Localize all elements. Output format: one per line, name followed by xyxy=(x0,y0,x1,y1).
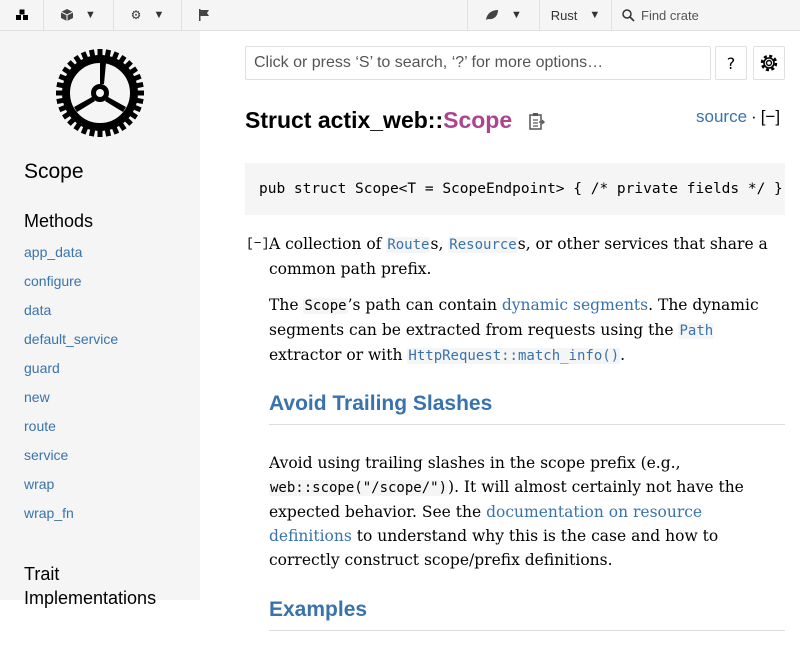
source-separator: · xyxy=(751,107,757,126)
trait-heading-line1: Trait xyxy=(24,564,60,584)
platform-menu-button[interactable]: ▼ xyxy=(467,0,540,30)
text: s, xyxy=(430,235,449,253)
sidebar-method-new[interactable]: new xyxy=(24,389,118,418)
text: ’s path can contain xyxy=(347,296,502,314)
text: The xyxy=(269,296,304,314)
doc-search-input[interactable]: Click or press ‘S’ to search, ‘?’ for mo… xyxy=(245,46,711,80)
page-title-prefix: Struct actix_web:: xyxy=(245,107,444,133)
path-link[interactable]: Path xyxy=(678,323,715,339)
crate-menu-button[interactable]: ▼ xyxy=(44,0,114,30)
sidebar-method-wrap-fn[interactable]: wrap_fn xyxy=(24,505,118,534)
settings-button[interactable] xyxy=(753,46,785,80)
page-title-struct-name[interactable]: Scope xyxy=(443,107,512,133)
source-links: source · [−] xyxy=(696,107,780,127)
text: Avoid using trailing slashes in the scop… xyxy=(269,454,681,472)
leaf-icon xyxy=(486,10,499,20)
resource-link[interactable]: Resource xyxy=(448,237,518,253)
flag-button[interactable] xyxy=(182,0,226,30)
page-title: Struct actix_web::Scope xyxy=(245,107,545,136)
help-button[interactable]: ? xyxy=(715,46,747,80)
gears-icon: ⚙ xyxy=(130,8,142,22)
chevron-down-icon: ▼ xyxy=(589,9,601,21)
language-menu-button[interactable]: Rust ▼ xyxy=(540,0,612,30)
find-crate-placeholder: Find crate xyxy=(641,7,699,23)
sidebar-trait-implementations-heading[interactable]: Trait Implementations xyxy=(24,562,156,610)
settings-gear-icon xyxy=(760,54,778,72)
sidebar-method-data[interactable]: data xyxy=(24,302,118,331)
chevron-down-icon: ▼ xyxy=(85,9,96,21)
rustdoc-logo-icon xyxy=(15,9,28,20)
copy-path-icon[interactable] xyxy=(528,109,545,136)
collapse-all-toggle[interactable]: [−] xyxy=(761,107,780,126)
search-icon xyxy=(622,8,635,22)
text: extractor or with xyxy=(269,346,408,364)
sidebar-method-route[interactable]: route xyxy=(24,418,118,447)
sidebar-method-app-data[interactable]: app_data xyxy=(24,244,118,273)
struct-declaration-code: pub struct Scope<T = ScopeEndpoint> { /*… xyxy=(245,163,785,215)
source-link[interactable]: source xyxy=(696,107,747,126)
text: A collection of xyxy=(269,235,387,253)
scope-example-inline-code: web::scope("/scope/") xyxy=(269,480,449,496)
scope-inline-code: Scope xyxy=(303,298,348,314)
chevron-down-icon: ▼ xyxy=(511,9,522,21)
docsrs-menu-button[interactable] xyxy=(0,0,44,30)
text: . xyxy=(620,346,626,364)
docblock: A collection of Routes, Resources, or ot… xyxy=(269,232,785,645)
docblock-collapse-toggle[interactable]: [−] xyxy=(246,236,269,251)
sidebar-title[interactable]: Scope xyxy=(24,160,84,184)
doc-paragraph-2: The Scope’s path can contain dynamic seg… xyxy=(269,293,785,368)
sidebar-method-configure[interactable]: configure xyxy=(24,273,118,302)
doc-paragraph-1: A collection of Routes, Resources, or ot… xyxy=(269,232,785,281)
chevron-down-icon: ▼ xyxy=(153,9,165,21)
match-info-link[interactable]: HttpRequest::match_info() xyxy=(407,348,621,364)
cube-icon xyxy=(61,9,74,21)
flag-icon xyxy=(199,9,209,21)
search-placeholder: Click or press ‘S’ to search, ‘?’ for mo… xyxy=(254,54,604,71)
help-label: ? xyxy=(726,53,736,73)
section-heading-examples[interactable]: Examples xyxy=(269,596,785,631)
settings-menu-button[interactable]: ⚙ ▼ xyxy=(114,0,182,30)
sidebar-method-default-service[interactable]: default_service xyxy=(24,331,118,360)
sidebar: Scope Methods app_data configure data defau… xyxy=(0,31,200,608)
rust-gear-logo-icon xyxy=(56,49,144,137)
language-label: Rust xyxy=(550,7,578,23)
sidebar-method-guard[interactable]: guard xyxy=(24,360,118,389)
sidebar-method-service[interactable]: service xyxy=(24,447,118,476)
rust-logo[interactable] xyxy=(54,47,146,139)
sidebar-method-list: app_data configure data default_service guar… xyxy=(24,244,118,534)
dynamic-segments-link[interactable]: dynamic segments xyxy=(502,296,648,314)
sidebar-methods-heading[interactable]: Methods xyxy=(24,211,93,232)
trait-heading-line2: Implementations xyxy=(24,588,157,608)
top-nav-bar: ▼ ⚙ ▼ ▼ Rust ▼ Find crate xyxy=(0,0,800,31)
sidebar-method-wrap[interactable]: wrap xyxy=(24,476,118,505)
find-crate-input[interactable]: Find crate xyxy=(612,0,800,30)
route-link[interactable]: Route xyxy=(386,237,431,253)
section-heading-avoid-trailing-slashes[interactable]: Avoid Trailing Slashes xyxy=(269,390,785,425)
doc-paragraph-3: Avoid using trailing slashes in the scop… xyxy=(269,451,785,572)
